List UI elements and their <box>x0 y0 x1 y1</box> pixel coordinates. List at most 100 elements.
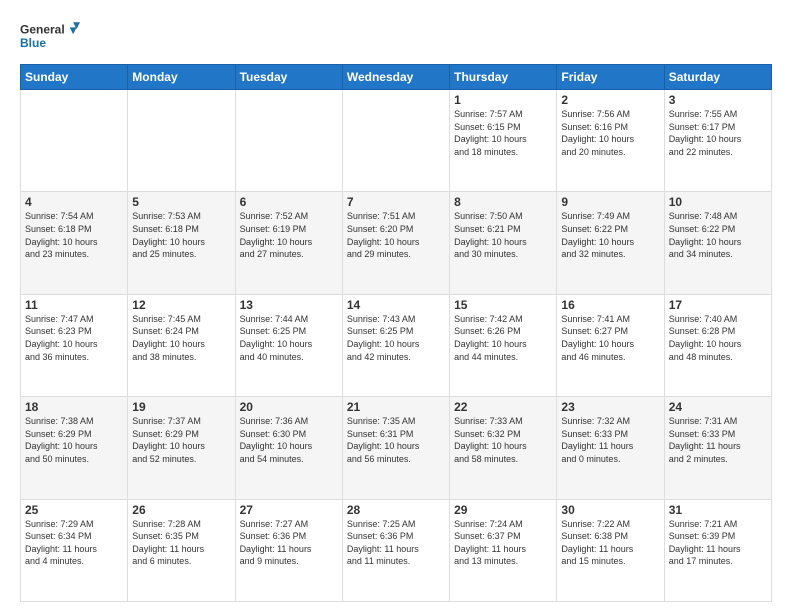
day-number: 20 <box>240 400 338 414</box>
day-number: 25 <box>25 503 123 517</box>
calendar-cell: 27Sunrise: 7:27 AM Sunset: 6:36 PM Dayli… <box>235 499 342 601</box>
header-thursday: Thursday <box>450 65 557 90</box>
calendar-cell: 16Sunrise: 7:41 AM Sunset: 6:27 PM Dayli… <box>557 294 664 396</box>
day-info: Sunrise: 7:52 AM Sunset: 6:19 PM Dayligh… <box>240 210 338 260</box>
day-number: 1 <box>454 93 552 107</box>
calendar-cell: 15Sunrise: 7:42 AM Sunset: 6:26 PM Dayli… <box>450 294 557 396</box>
calendar-cell: 31Sunrise: 7:21 AM Sunset: 6:39 PM Dayli… <box>664 499 771 601</box>
calendar-table: SundayMondayTuesdayWednesdayThursdayFrid… <box>20 64 772 602</box>
week-row-1: 1Sunrise: 7:57 AM Sunset: 6:15 PM Daylig… <box>21 90 772 192</box>
week-row-4: 18Sunrise: 7:38 AM Sunset: 6:29 PM Dayli… <box>21 397 772 499</box>
day-info: Sunrise: 7:42 AM Sunset: 6:26 PM Dayligh… <box>454 313 552 363</box>
calendar-cell: 23Sunrise: 7:32 AM Sunset: 6:33 PM Dayli… <box>557 397 664 499</box>
header: General Blue <box>20 16 772 56</box>
day-number: 12 <box>132 298 230 312</box>
calendar-cell: 20Sunrise: 7:36 AM Sunset: 6:30 PM Dayli… <box>235 397 342 499</box>
day-info: Sunrise: 7:57 AM Sunset: 6:15 PM Dayligh… <box>454 108 552 158</box>
page: General Blue SundayMondayTuesdayWednesda… <box>0 0 792 612</box>
day-info: Sunrise: 7:36 AM Sunset: 6:30 PM Dayligh… <box>240 415 338 465</box>
logo-svg: General Blue <box>20 16 80 56</box>
day-number: 9 <box>561 195 659 209</box>
day-number: 8 <box>454 195 552 209</box>
calendar-cell: 30Sunrise: 7:22 AM Sunset: 6:38 PM Dayli… <box>557 499 664 601</box>
day-number: 22 <box>454 400 552 414</box>
calendar-cell: 9Sunrise: 7:49 AM Sunset: 6:22 PM Daylig… <box>557 192 664 294</box>
day-number: 16 <box>561 298 659 312</box>
week-row-2: 4Sunrise: 7:54 AM Sunset: 6:18 PM Daylig… <box>21 192 772 294</box>
day-info: Sunrise: 7:22 AM Sunset: 6:38 PM Dayligh… <box>561 518 659 568</box>
calendar-cell: 24Sunrise: 7:31 AM Sunset: 6:33 PM Dayli… <box>664 397 771 499</box>
calendar-cell: 25Sunrise: 7:29 AM Sunset: 6:34 PM Dayli… <box>21 499 128 601</box>
calendar-cell: 7Sunrise: 7:51 AM Sunset: 6:20 PM Daylig… <box>342 192 449 294</box>
day-info: Sunrise: 7:40 AM Sunset: 6:28 PM Dayligh… <box>669 313 767 363</box>
header-friday: Friday <box>557 65 664 90</box>
day-number: 24 <box>669 400 767 414</box>
calendar-cell <box>235 90 342 192</box>
svg-text:General: General <box>20 22 65 36</box>
calendar-cell <box>342 90 449 192</box>
calendar-cell: 28Sunrise: 7:25 AM Sunset: 6:36 PM Dayli… <box>342 499 449 601</box>
calendar-cell: 6Sunrise: 7:52 AM Sunset: 6:19 PM Daylig… <box>235 192 342 294</box>
day-number: 23 <box>561 400 659 414</box>
calendar-cell: 22Sunrise: 7:33 AM Sunset: 6:32 PM Dayli… <box>450 397 557 499</box>
day-info: Sunrise: 7:31 AM Sunset: 6:33 PM Dayligh… <box>669 415 767 465</box>
day-info: Sunrise: 7:44 AM Sunset: 6:25 PM Dayligh… <box>240 313 338 363</box>
day-number: 2 <box>561 93 659 107</box>
day-number: 31 <box>669 503 767 517</box>
calendar-cell: 11Sunrise: 7:47 AM Sunset: 6:23 PM Dayli… <box>21 294 128 396</box>
day-info: Sunrise: 7:37 AM Sunset: 6:29 PM Dayligh… <box>132 415 230 465</box>
day-info: Sunrise: 7:55 AM Sunset: 6:17 PM Dayligh… <box>669 108 767 158</box>
day-info: Sunrise: 7:29 AM Sunset: 6:34 PM Dayligh… <box>25 518 123 568</box>
day-number: 19 <box>132 400 230 414</box>
header-saturday: Saturday <box>664 65 771 90</box>
calendar-header-row: SundayMondayTuesdayWednesdayThursdayFrid… <box>21 65 772 90</box>
calendar-cell: 14Sunrise: 7:43 AM Sunset: 6:25 PM Dayli… <box>342 294 449 396</box>
week-row-3: 11Sunrise: 7:47 AM Sunset: 6:23 PM Dayli… <box>21 294 772 396</box>
day-number: 10 <box>669 195 767 209</box>
svg-text:Blue: Blue <box>20 36 46 50</box>
day-info: Sunrise: 7:41 AM Sunset: 6:27 PM Dayligh… <box>561 313 659 363</box>
calendar-cell <box>128 90 235 192</box>
calendar-cell: 12Sunrise: 7:45 AM Sunset: 6:24 PM Dayli… <box>128 294 235 396</box>
day-info: Sunrise: 7:53 AM Sunset: 6:18 PM Dayligh… <box>132 210 230 260</box>
day-info: Sunrise: 7:50 AM Sunset: 6:21 PM Dayligh… <box>454 210 552 260</box>
calendar-cell: 3Sunrise: 7:55 AM Sunset: 6:17 PM Daylig… <box>664 90 771 192</box>
day-number: 3 <box>669 93 767 107</box>
calendar-cell: 4Sunrise: 7:54 AM Sunset: 6:18 PM Daylig… <box>21 192 128 294</box>
calendar-cell: 10Sunrise: 7:48 AM Sunset: 6:22 PM Dayli… <box>664 192 771 294</box>
calendar-cell: 13Sunrise: 7:44 AM Sunset: 6:25 PM Dayli… <box>235 294 342 396</box>
day-info: Sunrise: 7:27 AM Sunset: 6:36 PM Dayligh… <box>240 518 338 568</box>
day-info: Sunrise: 7:33 AM Sunset: 6:32 PM Dayligh… <box>454 415 552 465</box>
day-number: 30 <box>561 503 659 517</box>
day-info: Sunrise: 7:54 AM Sunset: 6:18 PM Dayligh… <box>25 210 123 260</box>
header-tuesday: Tuesday <box>235 65 342 90</box>
header-sunday: Sunday <box>21 65 128 90</box>
day-number: 7 <box>347 195 445 209</box>
day-number: 15 <box>454 298 552 312</box>
day-info: Sunrise: 7:47 AM Sunset: 6:23 PM Dayligh… <box>25 313 123 363</box>
calendar-cell: 26Sunrise: 7:28 AM Sunset: 6:35 PM Dayli… <box>128 499 235 601</box>
day-info: Sunrise: 7:21 AM Sunset: 6:39 PM Dayligh… <box>669 518 767 568</box>
logo: General Blue <box>20 16 80 56</box>
day-info: Sunrise: 7:45 AM Sunset: 6:24 PM Dayligh… <box>132 313 230 363</box>
calendar-cell: 2Sunrise: 7:56 AM Sunset: 6:16 PM Daylig… <box>557 90 664 192</box>
header-monday: Monday <box>128 65 235 90</box>
calendar-cell: 18Sunrise: 7:38 AM Sunset: 6:29 PM Dayli… <box>21 397 128 499</box>
header-wednesday: Wednesday <box>342 65 449 90</box>
day-number: 6 <box>240 195 338 209</box>
day-info: Sunrise: 7:32 AM Sunset: 6:33 PM Dayligh… <box>561 415 659 465</box>
day-info: Sunrise: 7:24 AM Sunset: 6:37 PM Dayligh… <box>454 518 552 568</box>
day-number: 13 <box>240 298 338 312</box>
day-info: Sunrise: 7:49 AM Sunset: 6:22 PM Dayligh… <box>561 210 659 260</box>
day-number: 26 <box>132 503 230 517</box>
day-number: 4 <box>25 195 123 209</box>
day-info: Sunrise: 7:48 AM Sunset: 6:22 PM Dayligh… <box>669 210 767 260</box>
day-number: 14 <box>347 298 445 312</box>
calendar-cell: 21Sunrise: 7:35 AM Sunset: 6:31 PM Dayli… <box>342 397 449 499</box>
day-number: 11 <box>25 298 123 312</box>
day-info: Sunrise: 7:43 AM Sunset: 6:25 PM Dayligh… <box>347 313 445 363</box>
day-info: Sunrise: 7:56 AM Sunset: 6:16 PM Dayligh… <box>561 108 659 158</box>
day-number: 28 <box>347 503 445 517</box>
week-row-5: 25Sunrise: 7:29 AM Sunset: 6:34 PM Dayli… <box>21 499 772 601</box>
calendar-cell: 17Sunrise: 7:40 AM Sunset: 6:28 PM Dayli… <box>664 294 771 396</box>
